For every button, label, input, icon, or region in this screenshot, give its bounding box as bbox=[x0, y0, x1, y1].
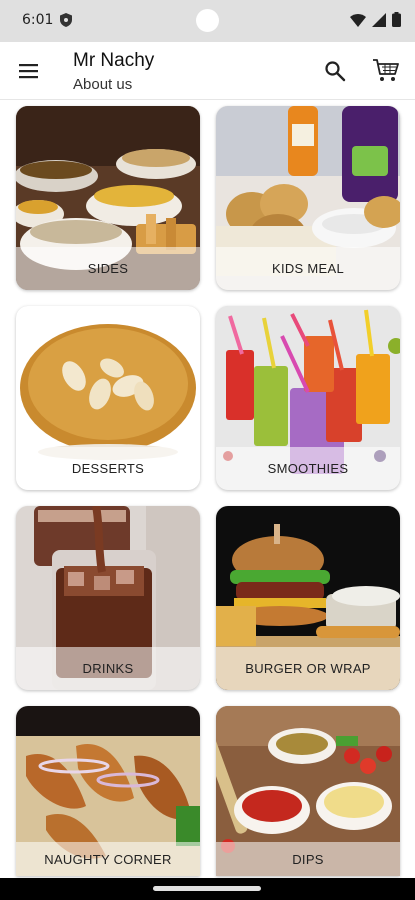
category-label-bar: SIDES bbox=[16, 247, 200, 290]
signal-icon bbox=[372, 12, 386, 27]
category-label: SIDES bbox=[87, 261, 129, 276]
category-label: BURGER OR WRAP bbox=[245, 661, 371, 676]
category-label-bar: DESSERTS bbox=[16, 447, 200, 490]
category-label: DESSERTS bbox=[71, 461, 145, 476]
category-card-desserts[interactable]: DESSERTS bbox=[16, 306, 200, 490]
category-label: DIPS bbox=[292, 851, 324, 867]
menu-icon[interactable] bbox=[18, 60, 40, 82]
status-time: 6:01 bbox=[22, 12, 54, 28]
category-card-kids-meal[interactable]: KIDS MEAL bbox=[216, 106, 400, 290]
category-card-burger-or-wrap[interactable]: BURGER OR WRAP bbox=[216, 506, 400, 690]
category-label-bar: KIDS MEAL bbox=[216, 247, 400, 290]
navigation-bar bbox=[0, 878, 415, 900]
category-card-drinks[interactable]: DRINKS bbox=[16, 506, 200, 690]
category-label-bar: DIPS bbox=[216, 842, 400, 876]
page-title: Mr Nachy bbox=[73, 50, 155, 71]
battery-icon bbox=[392, 12, 401, 27]
app-bar: Mr Nachy About us bbox=[0, 42, 415, 100]
category-label-bar: NAUGHTY CORNER bbox=[16, 842, 200, 876]
category-label-bar: BURGER OR WRAP bbox=[216, 647, 400, 690]
cart-icon[interactable] bbox=[372, 57, 400, 83]
category-label: SMOOTHIES bbox=[267, 461, 349, 476]
wifi-icon bbox=[350, 13, 366, 27]
search-icon[interactable] bbox=[323, 59, 347, 83]
category-card-dips[interactable]: DIPS bbox=[216, 706, 400, 876]
category-card-naughty-corner[interactable]: NAUGHTY CORNER bbox=[16, 706, 200, 876]
shield-icon bbox=[60, 13, 72, 27]
category-label: DRINKS bbox=[82, 661, 134, 676]
category-label-bar: SMOOTHIES bbox=[216, 447, 400, 490]
status-bar: 6:01 bbox=[0, 0, 415, 42]
category-card-sides[interactable]: SIDES bbox=[16, 106, 200, 290]
category-label: KIDS MEAL bbox=[271, 261, 345, 276]
home-gesture-handle[interactable] bbox=[153, 886, 261, 891]
about-us-link[interactable]: About us bbox=[73, 76, 132, 93]
category-label: NAUGHTY CORNER bbox=[44, 851, 172, 867]
category-label-bar: DRINKS bbox=[16, 647, 200, 690]
category-card-smoothies[interactable]: SMOOTHIES bbox=[216, 306, 400, 490]
camera-cutout bbox=[196, 9, 219, 32]
system-icons bbox=[350, 12, 401, 27]
